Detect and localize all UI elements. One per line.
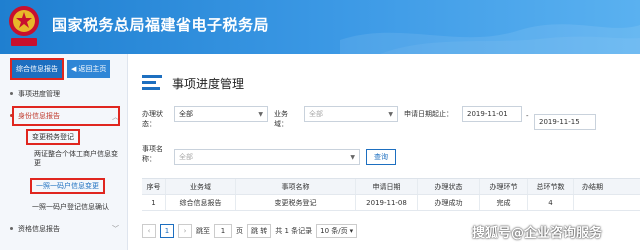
highlight-box xyxy=(12,106,120,126)
sidebar-item-progress[interactable]: 事项进度管理 xyxy=(0,84,127,104)
domain-label: 业务域： xyxy=(274,110,288,128)
bullet-icon xyxy=(10,92,13,95)
sidebar-subitem-one-license-change[interactable]: 一照一码户信息变更 xyxy=(0,176,127,196)
sidebar: 综合信息报告 ◀ 返回主页 事项进度管理 身份信息报告 ︿ 变更税务登记 两证整… xyxy=(0,54,128,250)
back-home-label: 返回主页 xyxy=(78,65,107,73)
column-header: 办理环节 xyxy=(480,179,528,194)
sidebar-item-qualification[interactable]: 资格信息报告 ﹀ xyxy=(0,219,127,239)
chevron-down-icon: ▾ xyxy=(349,227,354,235)
table-header-row: 序号 业务域 事项名称 申请日期 办理状态 办理环节 总环节数 办结期 xyxy=(142,179,640,195)
domain-select[interactable]: 全部 ▼ xyxy=(304,106,398,122)
column-header: 办理状态 xyxy=(418,179,480,194)
column-header: 业务域 xyxy=(166,179,236,194)
page-size-select[interactable]: 10 条/页 ▾ xyxy=(316,224,358,238)
sidebar-subitem-label: 变更税务登记 xyxy=(26,129,80,145)
page-unit-label: 页 xyxy=(236,227,243,235)
sidebar-item-label: 事项进度管理 xyxy=(18,90,60,98)
sidebar-item-label: 资格信息报告 xyxy=(18,225,60,233)
table-cell: 综合信息报告 xyxy=(166,195,236,210)
date-to-input[interactable]: 2019-11-15 xyxy=(534,114,596,130)
column-header: 事项名称 xyxy=(236,179,356,194)
status-label: 办理状态： xyxy=(142,110,163,128)
jump-label: 跳至 xyxy=(196,227,210,235)
page-size-value: 10 条/页 xyxy=(320,227,348,235)
table-cell xyxy=(574,195,640,210)
column-header: 总环节数 xyxy=(528,179,574,194)
sidebar-subitem-one-license-confirm[interactable]: 一照一码户登记信息确认 xyxy=(0,198,127,216)
chevron-down-icon: ▼ xyxy=(388,111,393,118)
page-title: 事项进度管理 xyxy=(172,77,245,91)
total-records: 共 1 条记录 xyxy=(275,227,313,235)
date-range-label: 申请日期起止： xyxy=(404,110,453,118)
sidebar-subitem-label: 一照一码户信息变更 xyxy=(30,178,105,194)
combined-info-button[interactable]: 综合信息报告 xyxy=(10,58,64,80)
header-decoration xyxy=(340,24,640,54)
page-number-button[interactable]: 1 xyxy=(160,224,174,238)
pagination: ‹ 1 › 跳至 1 页 跳 转 共 1 条记录 10 条/页 ▾ xyxy=(142,223,358,239)
back-home-button[interactable]: ◀ 返回主页 xyxy=(67,60,111,78)
column-header: 申请日期 xyxy=(356,179,418,194)
item-name-select[interactable]: 全部 ▼ xyxy=(174,149,360,165)
prev-page-button[interactable]: ‹ xyxy=(142,224,156,238)
sidebar-subitem-individual-change[interactable]: 两证整合个体工商户信息变更 xyxy=(0,146,127,170)
column-header: 办结期 xyxy=(582,182,603,191)
sidebar-subitem-change-registration[interactable]: 变更税务登记 xyxy=(0,128,127,146)
site-title: 国家税务总局福建省电子税务局 xyxy=(52,16,270,34)
status-select-value: 全部 xyxy=(179,110,193,118)
table-cell: 变更税务登记 xyxy=(236,195,356,210)
search-button[interactable]: 查询 xyxy=(366,149,396,165)
tax-emblem-icon xyxy=(9,6,39,46)
bullet-icon xyxy=(10,227,13,230)
domain-select-value: 全部 xyxy=(309,110,323,118)
item-name-label: 事项名称： xyxy=(142,145,163,163)
sidebar-subitem-label: 一照一码户登记信息确认 xyxy=(32,203,109,211)
status-select[interactable]: 全部 ▼ xyxy=(174,106,268,122)
list-icon xyxy=(142,75,162,90)
jump-page-input[interactable]: 1 xyxy=(214,224,232,238)
progress-table: 序号 业务域 事项名称 申请日期 办理状态 办理环节 总环节数 办结期 1 综合… xyxy=(142,178,640,211)
table-row[interactable]: 1 综合信息报告 变更税务登记 2019-11-08 办理成功 完成 4 xyxy=(142,195,640,211)
main-content: 事项进度管理 办理状态： 全部 ▼ 业务域： 全部 ▼ 申请日期起止： 2019… xyxy=(128,54,640,250)
table-cell: 2019-11-08 xyxy=(356,195,418,210)
table-cell: 4 xyxy=(528,195,574,210)
site-header: 国家税务总局福建省电子税务局 xyxy=(0,0,640,54)
date-separator: - xyxy=(526,112,529,120)
chevron-down-icon: ▼ xyxy=(350,154,355,161)
item-name-select-value: 全部 xyxy=(179,153,193,161)
watermark: 搜狐号@企业咨询服务 xyxy=(472,226,603,241)
jump-go-button[interactable]: 跳 转 xyxy=(247,224,272,238)
chevron-down-icon: ﹀ xyxy=(112,225,119,233)
column-header: 序号 xyxy=(142,179,166,194)
next-page-button[interactable]: › xyxy=(178,224,192,238)
table-cell: 完成 xyxy=(480,195,528,210)
chevron-down-icon: ▼ xyxy=(258,111,263,118)
table-cell: 办理成功 xyxy=(418,195,480,210)
date-from-input[interactable]: 2019-11-01 xyxy=(462,106,522,122)
sidebar-subitem-label: 两证整合个体工商户信息变更 xyxy=(34,150,118,167)
back-arrow-icon: ◀ xyxy=(71,65,77,73)
table-cell: 1 xyxy=(142,195,166,210)
